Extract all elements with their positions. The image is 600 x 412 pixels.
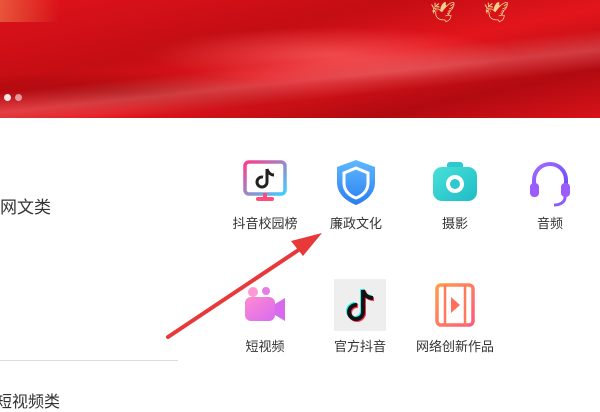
film-play-icon <box>435 283 475 327</box>
grid-item-label: 音频 <box>536 217 563 232</box>
banner-flag-fold <box>0 23 600 118</box>
headset-icon <box>530 162 570 207</box>
tiktok-logo-icon <box>334 279 386 331</box>
carousel-dot[interactable] <box>4 94 11 101</box>
grid-item-label: 廉政文化 <box>329 217 382 232</box>
dove-icon: 🕊🕊 <box>430 0 537 24</box>
grid-item-official-douyin[interactable]: 官方抖音 <box>314 279 406 358</box>
grid-item-audio[interactable]: 音频 <box>504 156 596 235</box>
grid-item-label: 抖音校园榜 <box>232 217 298 232</box>
video-camera-icon <box>245 287 285 321</box>
category-column: 网文类 短视频类 <box>0 118 190 411</box>
category-label-short-video[interactable]: 短视频类 <box>0 388 60 412</box>
top-banner[interactable]: 🕊🕊 <box>0 0 600 118</box>
shield-icon <box>337 160 375 205</box>
grid-item-label: 短视频 <box>245 340 285 355</box>
camera-icon <box>433 162 477 201</box>
carousel-dots[interactable] <box>4 94 22 101</box>
carousel-dot[interactable] <box>15 94 22 101</box>
grid-item-label: 网络创新作品 <box>415 340 494 355</box>
grid-item-photography[interactable]: 摄影 <box>409 156 501 235</box>
divider <box>0 360 178 361</box>
grid-item-short-video[interactable]: 短视频 <box>219 279 311 358</box>
category-label-web-literature[interactable]: 网文类 <box>0 193 51 218</box>
tiktok-monitor-icon <box>243 160 287 201</box>
banner-decoration <box>0 0 60 22</box>
grid-item-label: 官方抖音 <box>333 340 386 355</box>
grid-item-label: 摄影 <box>441 217 468 232</box>
grid-item-integrity-culture[interactable]: 廉政文化 <box>310 156 402 235</box>
grid-item-network-innovation[interactable]: 网络创新作品 <box>409 279 501 358</box>
grid-item-douyin-campus[interactable]: 抖音校园榜 <box>219 156 311 235</box>
